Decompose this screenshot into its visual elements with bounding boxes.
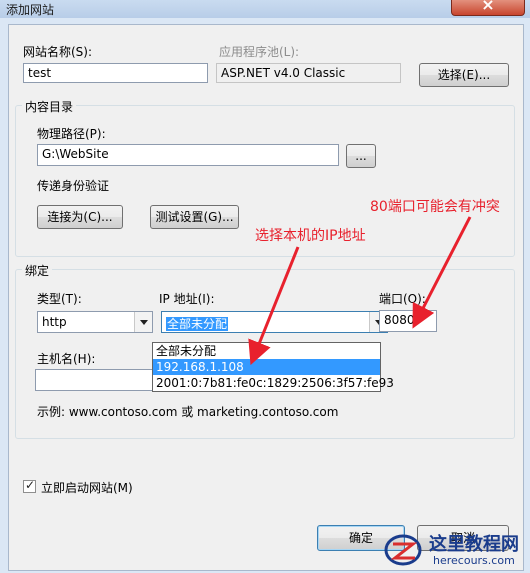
port-arrow: [412, 216, 472, 329]
ip-arrow: [248, 246, 300, 366]
add-site-dialog: 添加网站 网站名称(S): test 应用程序池(L): ASP.NET v4.…: [0, 0, 530, 573]
annotation-arrows: [248, 216, 472, 366]
watermark-brand: 这里教程网: [429, 534, 519, 555]
watermark-logo: 这里教程网 herecours.com: [383, 528, 527, 570]
watermark-url: herecours.com: [433, 554, 515, 567]
